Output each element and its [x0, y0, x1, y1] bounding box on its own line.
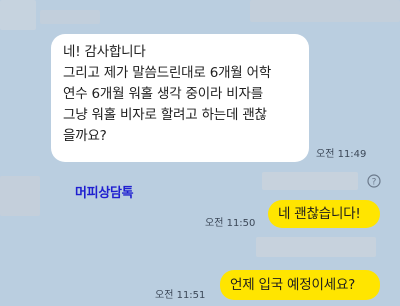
- message-line: 을까요?: [63, 128, 107, 144]
- redacted-header-right: [250, 0, 400, 22]
- outgoing-timestamp: 오전 11:51: [155, 290, 206, 301]
- outgoing-message-bubble: 네 괜찮습니다!: [268, 200, 380, 228]
- message-line: 연수 6개월 워홀 생각 중이라 비자를: [63, 86, 263, 102]
- incoming-timestamp: 오전 11:49: [316, 149, 367, 160]
- redacted-avatar: [0, 0, 36, 30]
- outgoing-timestamp: 오전 11:50: [205, 218, 256, 229]
- outgoing-message-bubble: 언제 입국 예정이세요?: [220, 270, 380, 300]
- redacted-text-1: [262, 172, 358, 190]
- sender-name[interactable]: 머피상담톡: [75, 182, 134, 201]
- redacted-text-2: [256, 237, 376, 257]
- message-line: 그리고 제가 말씀드린대로 6개월 어학: [63, 65, 272, 81]
- message-line: 네! 감사합니다: [63, 44, 146, 60]
- question-circle-icon[interactable]: ?: [367, 174, 381, 188]
- incoming-message-bubble: 네! 감사합니다 그리고 제가 말씀드린대로 6개월 어학 연수 6개월 워홀 …: [51, 34, 309, 162]
- redacted-name: [40, 10, 100, 24]
- redacted-avatar-2: [0, 176, 40, 216]
- message-line: 그냥 워홀 비자로 할려고 하는데 괜찮: [63, 107, 267, 123]
- svg-text:?: ?: [372, 177, 377, 187]
